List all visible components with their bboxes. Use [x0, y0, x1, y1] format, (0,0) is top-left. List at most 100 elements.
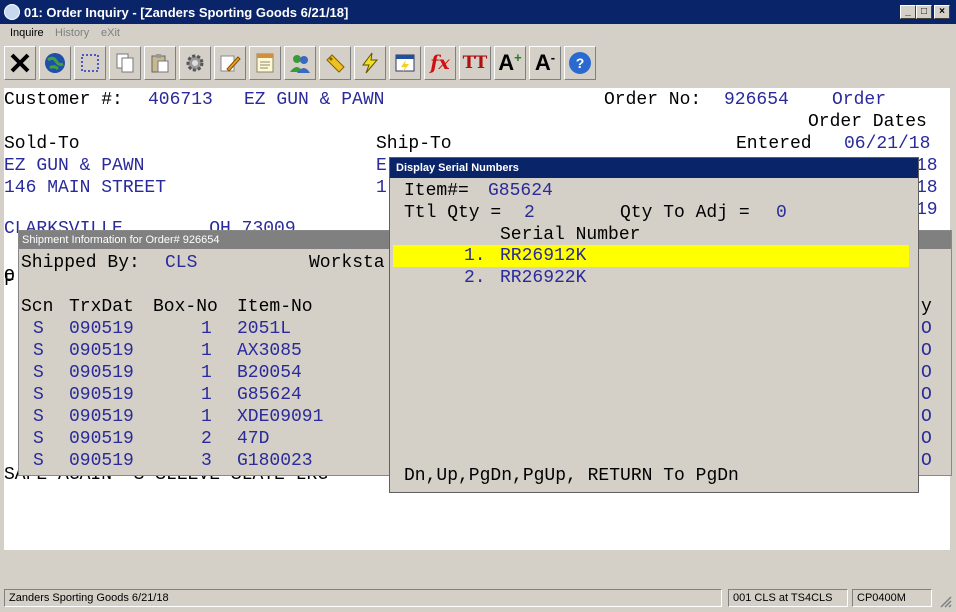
minimize-button[interactable]: _ [900, 5, 916, 19]
serial-index: 1. [464, 246, 486, 266]
col-header-y: y [921, 297, 932, 317]
serial-number: RR26912K [500, 246, 587, 266]
edit-button[interactable] [214, 46, 246, 80]
window-flash-button[interactable] [389, 46, 421, 80]
row-scn: S [33, 451, 44, 471]
row-end: O [921, 341, 932, 361]
row-end: O [921, 385, 932, 405]
row-item: G180023 [237, 451, 313, 471]
text-size-button[interactable]: TT [459, 46, 491, 80]
resize-grip-icon[interactable] [938, 594, 952, 608]
item-label: Item#= [404, 181, 469, 201]
gear-icon [186, 54, 204, 72]
serial-index: 2. [464, 268, 486, 288]
plus-icon: + [514, 49, 522, 65]
menu-history[interactable]: History [55, 27, 89, 39]
sold-to-name: EZ GUN & PAWN [4, 156, 145, 176]
row-item: B20054 [237, 363, 302, 383]
serial-dialog-title: Display Serial Numbers [390, 158, 918, 178]
date-fragment-2: 18 [916, 178, 938, 198]
row-item: G85624 [237, 385, 302, 405]
row-item: 2051L [237, 319, 292, 339]
copy-button[interactable] [109, 46, 141, 80]
settings-button[interactable] [179, 46, 211, 80]
row-scn: S [33, 429, 44, 449]
status-company: Zanders Sporting Goods 6/21/18 [4, 589, 722, 607]
selection-icon [81, 54, 99, 72]
lightning-button[interactable] [354, 46, 386, 80]
serial-numbers-dialog: Display Serial Numbers Item#= G85624 Ttl… [389, 157, 919, 493]
minus-icon: - [550, 49, 556, 65]
users-button[interactable] [284, 46, 316, 80]
row-scn: S [33, 363, 44, 383]
menu-exit[interactable]: eXit [101, 27, 120, 39]
entered-label: Entered [736, 134, 812, 154]
title-bar: 01: Order Inquiry - [Zanders Sporting Go… [0, 0, 956, 24]
row-scn: S [33, 341, 44, 361]
customer-name: EZ GUN & PAWN [244, 90, 385, 110]
order-no-label: Order No: [604, 90, 702, 110]
row-scn: S [33, 407, 44, 427]
left-fragment-O: O [4, 267, 15, 287]
sold-to-street: 146 MAIN STREET [4, 178, 167, 198]
lower-band [4, 550, 950, 582]
row-date: 090519 [69, 407, 134, 427]
globe-icon [45, 53, 65, 73]
font-decrease-button[interactable]: A- [529, 46, 561, 80]
row-end: O [921, 319, 932, 339]
row-box: 3 [201, 451, 212, 471]
row-date: 090519 [69, 363, 134, 383]
row-box: 1 [201, 407, 212, 427]
serial-number: RR26922K [500, 268, 587, 288]
function-button[interactable]: fx [424, 46, 456, 80]
lightning-icon [362, 52, 379, 74]
row-end: O [921, 429, 932, 449]
font-decrease-glyph: A [534, 50, 551, 75]
row-box: 1 [201, 385, 212, 405]
order-number: 926654 [724, 90, 789, 110]
users-icon [290, 55, 310, 73]
help-button[interactable]: ? [564, 46, 596, 80]
close-button[interactable]: × [934, 5, 950, 19]
app-icon[interactable] [4, 4, 20, 20]
maximize-button[interactable]: □ [916, 5, 932, 19]
menu-inquire[interactable]: Inquire [10, 27, 44, 39]
help-icon: ? [569, 52, 591, 74]
row-item: XDE09091 [237, 407, 324, 427]
row-end: O [921, 407, 932, 427]
row-box: 2 [201, 429, 212, 449]
date-fragment-1: 18 [916, 156, 938, 176]
globe-button[interactable] [39, 46, 71, 80]
row-scn: S [33, 319, 44, 339]
row-end: O [921, 451, 932, 471]
item-value: G85624 [488, 181, 553, 201]
close-x-tool-button[interactable] [4, 46, 36, 80]
date-fragment-3: 19 [916, 200, 938, 220]
menu-bar: Inquire History eXit [0, 24, 956, 44]
row-date: 090519 [69, 319, 134, 339]
ttl-qty-label: Ttl Qty = [404, 203, 502, 223]
workstation-label: Worksta [309, 253, 385, 273]
ship-to-label: Ship-To [376, 134, 452, 154]
customer-label: Customer #: [4, 90, 123, 110]
notes-button[interactable] [249, 46, 281, 80]
window-title: 01: Order Inquiry - [Zanders Sporting Go… [24, 5, 349, 20]
paste-icon [151, 54, 169, 73]
row-date: 090519 [69, 385, 134, 405]
select-button[interactable] [74, 46, 106, 80]
order-status-word: Order [832, 90, 887, 110]
status-session: 001 CLS at TS4CLS [728, 589, 848, 607]
font-increase-button[interactable]: A + [494, 46, 526, 80]
paste-button[interactable] [144, 46, 176, 80]
row-date: 090519 [69, 429, 134, 449]
row-date: 090519 [69, 451, 134, 471]
x-icon [10, 53, 30, 73]
entered-date: 06/21/18 [844, 134, 931, 154]
pencil-icon [220, 55, 241, 72]
row-end: O [921, 363, 932, 383]
col-header-trxdat: TrxDat [69, 297, 134, 317]
font-increase-glyph: A [498, 50, 515, 75]
row-scn: S [33, 385, 44, 405]
tag-button[interactable] [319, 46, 351, 80]
serial-column-header: Serial Number [500, 225, 641, 245]
